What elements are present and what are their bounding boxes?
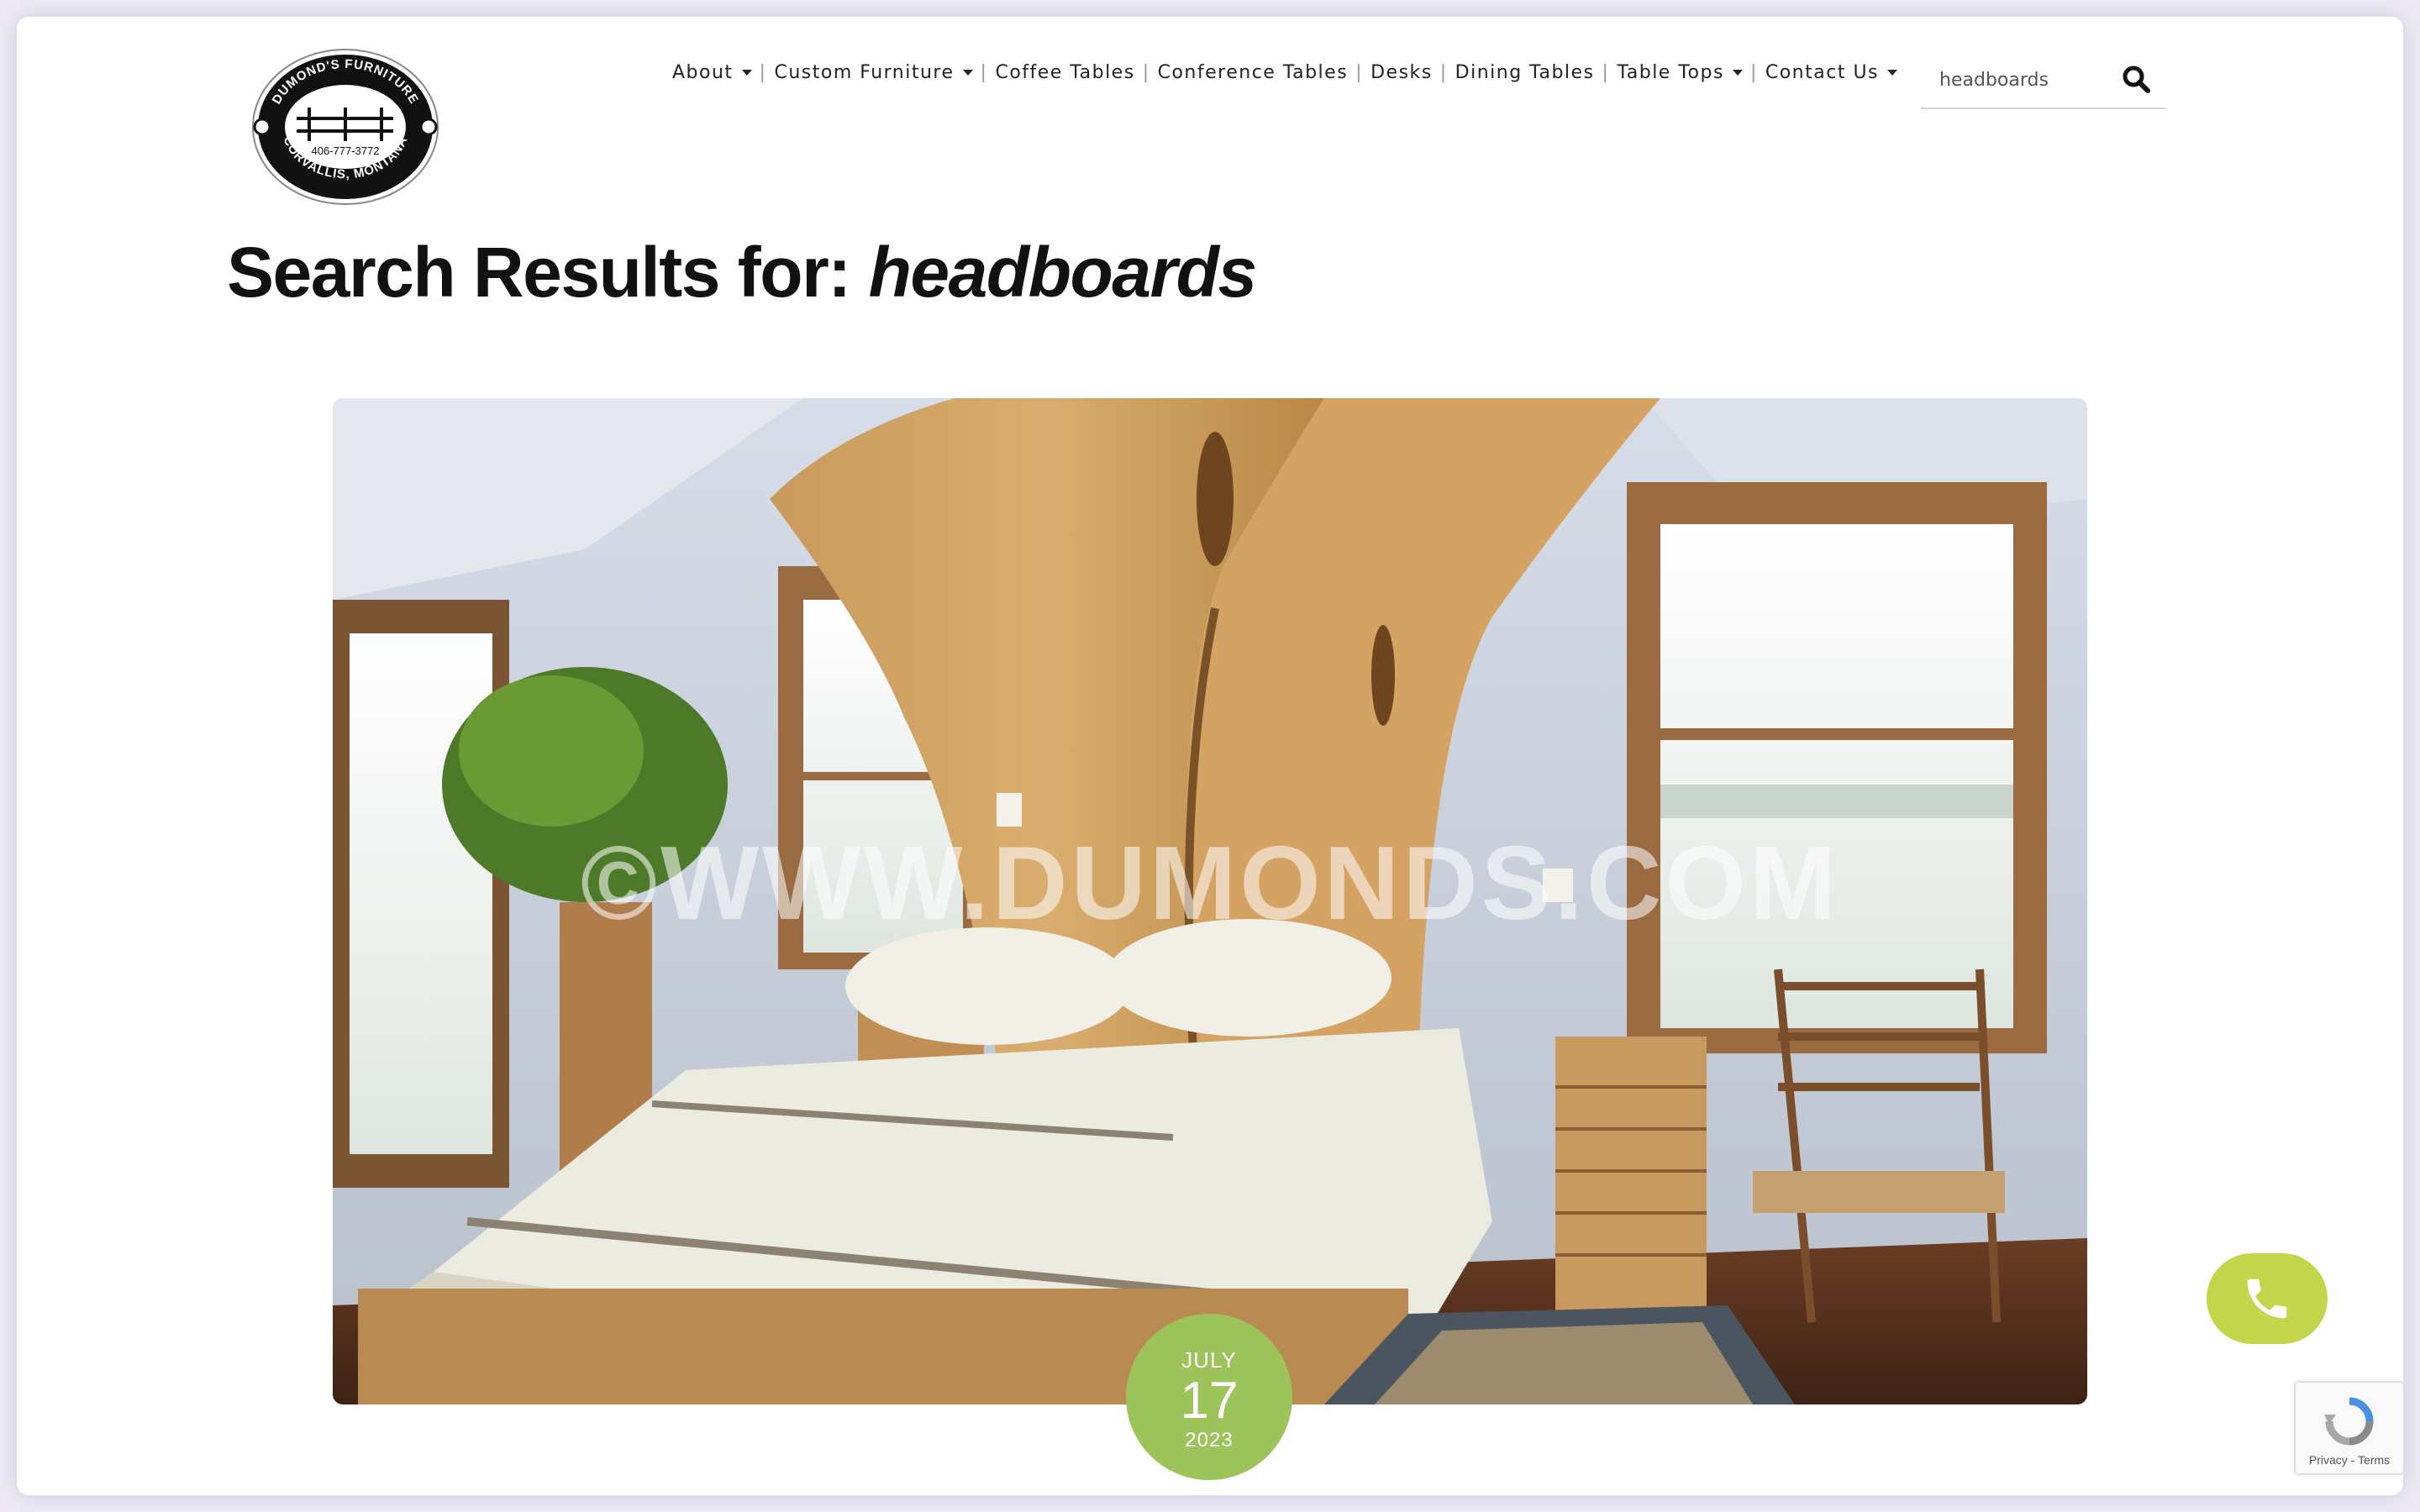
nav-item-custom-furniture[interactable]: Custom Furniture — [774, 61, 973, 83]
date-month: JULY — [1181, 1347, 1237, 1373]
search-form — [1921, 52, 2166, 109]
caret-down-icon — [741, 69, 752, 76]
logo-phone: 406-777-3772 — [312, 144, 380, 157]
site-logo[interactable]: DUMOND'S FURNITURE 406-777-3772 CORVALLI… — [250, 47, 440, 207]
search-button[interactable] — [2118, 60, 2154, 97]
nav-item-label: Table Tops — [1617, 61, 1724, 83]
date-day: 17 — [1180, 1371, 1239, 1430]
nav-separator: | — [1602, 61, 1610, 83]
nav-item-label: Desks — [1370, 61, 1433, 83]
nav-item-about[interactable]: About — [672, 62, 752, 83]
image-watermark: ©WWW.DUMONDS.COM — [581, 826, 1839, 942]
nav-item-conference-tables[interactable]: Conference Tables — [1158, 62, 1349, 83]
nav-item-label: Dining Tables — [1455, 61, 1595, 83]
nav-item-label: Coffee Tables — [995, 61, 1135, 83]
call-button[interactable] — [2207, 1253, 2328, 1344]
nav-item-dining-tables[interactable]: Dining Tables — [1455, 62, 1595, 83]
nav-separator: | — [1439, 61, 1448, 83]
caret-down-icon — [962, 69, 973, 76]
main-nav: About | Custom Furniture | Coffee Tables | Con… — [672, 57, 1898, 87]
recaptcha-icon — [2324, 1397, 2374, 1446]
nav-item-desks[interactable]: Desks — [1370, 62, 1433, 83]
nav-separator: | — [1355, 61, 1364, 83]
nav-item-coffee-tables[interactable]: Coffee Tables — [995, 62, 1134, 83]
nav-item-label: Conference Tables — [1157, 61, 1349, 83]
search-query: headboards — [868, 233, 1258, 312]
search-input[interactable] — [1939, 69, 2124, 91]
nav-item-label: Custom Furniture — [774, 61, 955, 83]
caret-down-icon — [1887, 69, 1898, 76]
phone-icon — [2247, 1278, 2287, 1319]
page-title-prefix: Search Results for: — [227, 233, 869, 312]
post-date-badge: JULY 17 2023 — [1126, 1314, 1292, 1480]
caret-down-icon — [1732, 69, 1743, 76]
nav-item-contact-us[interactable]: Contact Us — [1765, 61, 1898, 83]
page-frame: DUMOND'S FURNITURE 406-777-3772 CORVALLI… — [17, 17, 2403, 1495]
nav-item-table-tops[interactable]: Table Tops — [1617, 61, 1743, 83]
page-title: Search Results for: headboards — [227, 232, 1258, 313]
nav-item-label: Contact Us — [1765, 61, 1880, 83]
nav-separator: | — [1142, 61, 1150, 83]
nav-separator: | — [980, 61, 988, 83]
nav-separator: | — [1749, 61, 1758, 83]
search-icon — [2123, 66, 2150, 93]
recaptcha-badge[interactable]: Privacy - Terms — [2296, 1383, 2403, 1473]
date-year: 2023 — [1185, 1428, 1234, 1452]
recaptcha-links[interactable]: Privacy - Terms — [2309, 1453, 2390, 1467]
post-featured-image[interactable]: ©WWW.DUMONDS.COM — [333, 398, 2087, 1404]
nav-item-label: About — [672, 61, 734, 83]
nav-separator: | — [759, 61, 767, 83]
